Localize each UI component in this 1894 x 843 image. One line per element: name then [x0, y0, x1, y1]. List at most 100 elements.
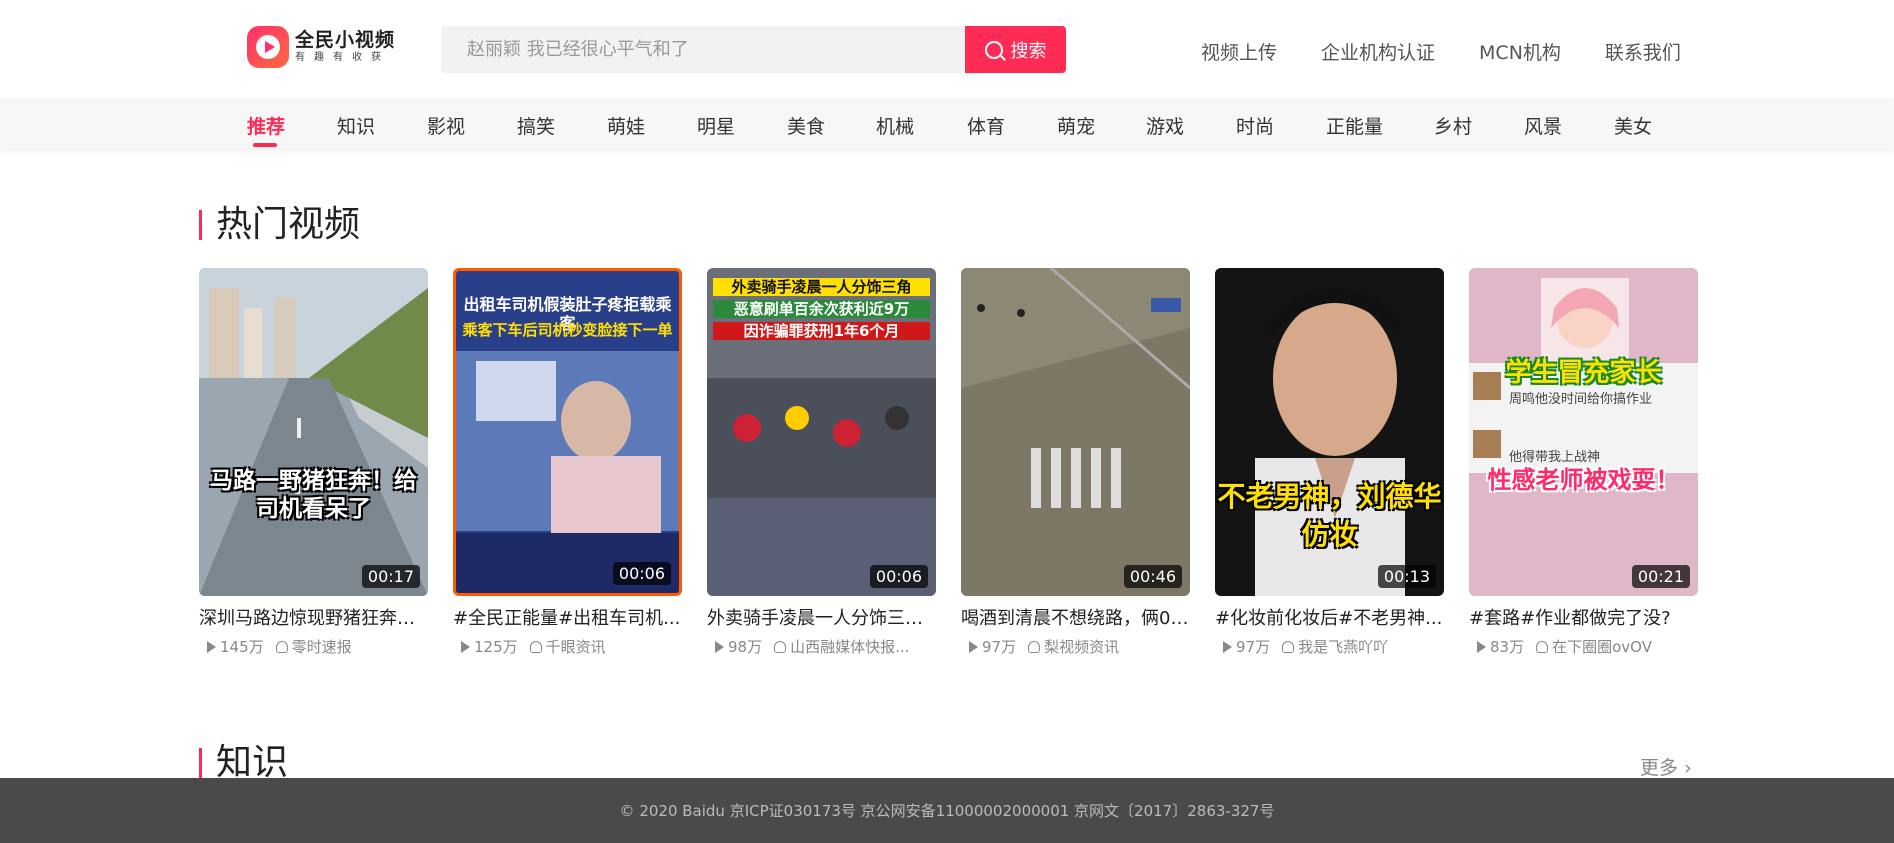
- section-title-knowledge: 知识: [199, 745, 288, 781]
- logo-subtitle: 有趣有收获: [295, 52, 390, 63]
- chat-message-2: 他得带我上战神: [1509, 450, 1601, 465]
- video-card[interactable]: 00:46 喝酒到清晨不想绕路，俩00... 97万 梨视频资讯: [961, 268, 1190, 657]
- video-thumbnail[interactable]: 外卖骑手凌晨一人分饰三角 恶意刷单百余次获利近9万 因诈骗罪获刑1年6个月 00…: [707, 268, 936, 596]
- duration-badge: 00:21: [1631, 565, 1690, 588]
- duration-badge: 00:06: [869, 565, 928, 588]
- video-title[interactable]: #全民正能量#出租车司机...: [453, 604, 682, 630]
- thumbnail-caption: 外卖骑手凌晨一人分饰三角: [713, 278, 930, 296]
- video-meta: 97万 梨视频资讯: [961, 636, 1190, 657]
- tab-funny[interactable]: 搞笑: [517, 112, 555, 139]
- author-name[interactable]: 山西融媒体快报...: [790, 636, 909, 657]
- tab-pets[interactable]: 萌宠: [1057, 112, 1095, 139]
- road-image: [199, 268, 428, 596]
- video-thumbnail[interactable]: 学生冒充家长 周鸣他没时间给你搞作业 他得带我上战神 性感老师被戏耍！ 00:2…: [1469, 268, 1698, 596]
- street-night-image: [961, 268, 1190, 596]
- user-icon: [275, 640, 288, 653]
- video-meta: 98万 山西融媒体快报...: [707, 636, 936, 657]
- tab-sports[interactable]: 体育: [967, 112, 1005, 139]
- view-count: 83万: [1490, 638, 1525, 656]
- search-icon: [984, 40, 1003, 59]
- video-title[interactable]: #套路#作业都做完了没?: [1469, 604, 1698, 630]
- category-nav: 推荐 知识 影视 搞笑 萌娃 明星 美食 机械 体育 萌宠 游戏 时尚 正能量 …: [0, 98, 1894, 148]
- footer: © 2020 Baidu 京ICP证030173号 京公网安备110000020…: [0, 778, 1894, 843]
- video-card[interactable]: 出租车司机假装肚子疼拒载乘客 乘客下车后司机秒变脸接下一单 00:06 #全民正…: [453, 268, 682, 657]
- link-contact[interactable]: 联系我们: [1605, 38, 1681, 65]
- link-video-upload[interactable]: 视频上传: [1201, 38, 1277, 65]
- play-count-icon: [715, 640, 724, 653]
- author-name[interactable]: 我是飞燕吖吖: [1298, 636, 1388, 657]
- video-thumbnail[interactable]: 00:46: [961, 268, 1190, 596]
- video-card[interactable]: 不老男神，刘德华仿妆 00:13 #化妆前化妆后#不老男神... 97万 我是飞…: [1215, 268, 1444, 657]
- tab-film[interactable]: 影视: [427, 112, 465, 139]
- author-name[interactable]: 在下圈圈ovOV: [1552, 636, 1652, 657]
- video-title[interactable]: 深圳马路边惊现野猪狂奔，...: [199, 604, 428, 630]
- tab-food[interactable]: 美食: [787, 112, 825, 139]
- video-meta: 145万 零时速报: [199, 636, 428, 657]
- video-thumbnail[interactable]: 出租车司机假装肚子疼拒载乘客 乘客下车后司机秒变脸接下一单 00:06: [453, 268, 682, 596]
- thumbnail-caption: 马路一野猪狂奔！给司机看呆了: [210, 468, 417, 522]
- anime-chat-image: [1469, 268, 1698, 596]
- view-count: 145万: [220, 638, 264, 656]
- video-card[interactable]: 外卖骑手凌晨一人分饰三角 恶意刷单百余次获利近9万 因诈骗罪获刑1年6个月 00…: [707, 268, 936, 657]
- thumbnail-caption-3: 因诈骗罪获刑1年6个月: [713, 322, 930, 340]
- tab-stars[interactable]: 明星: [697, 112, 735, 139]
- view-count: 97万: [1236, 638, 1271, 656]
- video-card[interactable]: 学生冒充家长 周鸣他没时间给你搞作业 他得带我上战神 性感老师被戏耍！ 00:2…: [1469, 268, 1698, 657]
- author-name[interactable]: 零时速报: [292, 636, 352, 657]
- chevron-right-icon: ›: [1684, 757, 1692, 779]
- view-count: 98万: [728, 638, 763, 656]
- active-tab-indicator: [253, 143, 277, 147]
- play-count-icon: [969, 640, 978, 653]
- play-count-icon: [207, 640, 216, 653]
- section-title-hot: 热门视频: [199, 207, 360, 243]
- tab-machinery[interactable]: 机械: [876, 112, 914, 139]
- tab-games[interactable]: 游戏: [1146, 112, 1184, 139]
- search-box: [441, 26, 966, 73]
- search-button[interactable]: 搜索: [965, 26, 1066, 73]
- video-thumbnail[interactable]: 马路一野猪狂奔！给司机看呆了 00:17: [199, 268, 428, 596]
- view-count: 125万: [474, 638, 518, 656]
- tab-knowledge[interactable]: 知识: [337, 112, 375, 139]
- search-button-label: 搜索: [1010, 40, 1047, 62]
- video-meta: 125万 千眼资讯: [453, 636, 682, 657]
- tab-village[interactable]: 乡村: [1434, 112, 1472, 139]
- header: 全民小视频 有趣有收获 搜索 视频上传 企业机构认证 MCN机构 联系我们: [0, 0, 1894, 98]
- tab-recommend[interactable]: 推荐: [247, 112, 285, 139]
- tab-beauty[interactable]: 美女: [1614, 112, 1652, 139]
- thumbnail-caption-2: 性感老师被戏耍！: [1487, 466, 1680, 494]
- video-thumbnail[interactable]: 不老男神，刘德华仿妆 00:13: [1215, 268, 1444, 596]
- thumbnail-caption-2: 恶意刷单百余次获利近9万: [713, 300, 930, 318]
- play-count-icon: [1477, 640, 1486, 653]
- video-title[interactable]: 外卖骑手凌晨一人分饰三角...: [707, 604, 936, 630]
- play-count-icon: [1223, 640, 1232, 653]
- video-card[interactable]: 马路一野猪狂奔！给司机看呆了 00:17 深圳马路边惊现野猪狂奔，... 145…: [199, 268, 428, 657]
- more-link[interactable]: 更多 ›: [1640, 753, 1692, 780]
- duration-badge: 00:13: [1377, 565, 1436, 588]
- duration-badge: 00:06: [612, 562, 671, 585]
- duration-badge: 00:46: [1123, 565, 1182, 588]
- user-icon: [774, 640, 787, 653]
- link-enterprise-cert[interactable]: 企业机构认证: [1321, 38, 1435, 65]
- video-title[interactable]: #化妆前化妆后#不老男神...: [1215, 604, 1444, 630]
- view-count: 97万: [982, 638, 1017, 656]
- tab-positive[interactable]: 正能量: [1326, 112, 1383, 139]
- tab-babies[interactable]: 萌娃: [607, 112, 645, 139]
- search-input[interactable]: [441, 26, 966, 73]
- tab-scenery[interactable]: 风景: [1524, 112, 1562, 139]
- link-mcn[interactable]: MCN机构: [1479, 38, 1561, 65]
- author-name[interactable]: 梨视频资讯: [1044, 636, 1119, 657]
- thumbnail-caption: 学生冒充家长: [1505, 358, 1662, 388]
- video-title[interactable]: 喝酒到清晨不想绕路，俩00...: [961, 604, 1190, 630]
- duration-badge: 00:17: [361, 565, 420, 588]
- logo[interactable]: 全民小视频 有趣有收获: [247, 26, 395, 68]
- tab-fashion[interactable]: 时尚: [1236, 112, 1274, 139]
- chat-message-1: 周鸣他没时间给你搞作业: [1509, 392, 1653, 407]
- video-meta: 83万 在下圈圈ovOV: [1469, 636, 1698, 657]
- user-icon: [1536, 640, 1549, 653]
- top-links: 视频上传 企业机构认证 MCN机构 联系我们: [1201, 38, 1725, 65]
- thumbnail-caption-2: 乘客下车后司机秒变脸接下一单: [462, 321, 673, 339]
- footer-copyright: © 2020 Baidu 京ICP证030173号 京公网安备110000020…: [619, 802, 1275, 820]
- author-name[interactable]: 千眼资讯: [546, 636, 606, 657]
- user-icon: [529, 640, 542, 653]
- video-meta: 97万 我是飞燕吖吖: [1215, 636, 1444, 657]
